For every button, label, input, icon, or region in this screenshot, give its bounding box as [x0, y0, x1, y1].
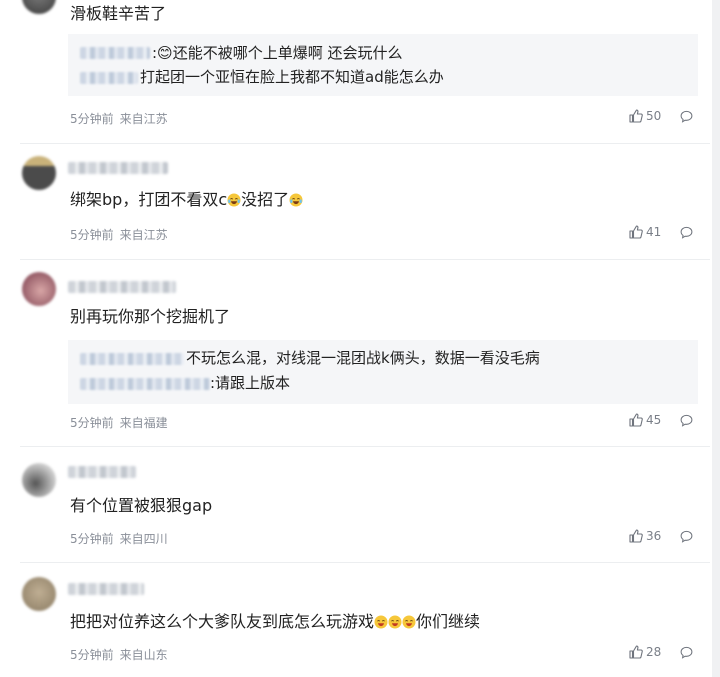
- reply-text: 不玩怎么混，对线混一混团战k俩头，数据一看没毛病: [186, 349, 540, 367]
- avatar[interactable]: [22, 577, 56, 611]
- comment-meta: 5分钟前 来自江苏: [70, 226, 168, 243]
- comment-text: 绑架bp，打团不看双c 没招了: [70, 189, 303, 211]
- comment-text-part: 没招了: [241, 190, 290, 209]
- comment-meta: 5分钟前 来自四川: [70, 530, 168, 547]
- speech-bubble-icon[interactable]: [680, 110, 693, 123]
- comment-location: 来自江苏: [119, 228, 168, 242]
- speech-bubble-icon[interactable]: [680, 414, 693, 427]
- laughing-tears-emoji: [289, 193, 303, 207]
- like-count: 28: [646, 645, 662, 659]
- comment-text: 滑板鞋辛苦了: [70, 4, 167, 23]
- reply-box: 不玩怎么混，对线混一混团战k俩头，数据一看没毛病 :请跟上版本: [68, 340, 698, 404]
- comment-time: 5分钟前: [70, 228, 114, 242]
- thumbs-up-icon: [629, 413, 643, 427]
- divider: [20, 143, 710, 144]
- comment-text: 把把对位养这么个大爹队友到底怎么玩游戏 你们继续: [70, 611, 480, 633]
- comment-location: 来自江苏: [119, 112, 168, 126]
- reply-text: :😊还能不被哪个上单爆啊 还会玩什么: [152, 44, 403, 62]
- like-button[interactable]: 41: [629, 225, 661, 239]
- comment-text-part: 把把对位养这么个大爹队友到底怎么玩游戏: [70, 612, 375, 631]
- divider: [20, 562, 710, 563]
- comment-location: 来自福建: [119, 416, 168, 430]
- speech-bubble-icon[interactable]: [680, 530, 693, 543]
- like-button[interactable]: 36: [629, 529, 661, 543]
- divider: [20, 446, 710, 447]
- laughing-tears-emoji: [402, 615, 416, 629]
- like-count: 36: [646, 529, 662, 543]
- avatar[interactable]: [22, 0, 56, 14]
- comment-meta: 5分钟前 来自江苏: [70, 110, 168, 127]
- like-count: 45: [646, 413, 662, 427]
- avatar[interactable]: [22, 156, 56, 190]
- speech-bubble-icon[interactable]: [680, 646, 693, 659]
- reply-text: :请跟上版本: [210, 374, 291, 392]
- comment-text: 别再玩你那个挖掘机了: [70, 307, 231, 326]
- scrollbar[interactable]: [712, 0, 720, 677]
- speech-bubble-icon[interactable]: [680, 226, 693, 239]
- comment-time: 5分钟前: [70, 112, 114, 126]
- comment-meta: 5分钟前 来自山东: [70, 646, 168, 663]
- laughing-tears-emoji: [227, 193, 241, 207]
- username-blur[interactable]: [68, 281, 176, 293]
- comment-location: 来自四川: [119, 532, 168, 546]
- thumbs-up-icon: [629, 645, 643, 659]
- reply-author-blur[interactable]: [80, 72, 138, 84]
- thumbs-up-icon: [629, 109, 643, 123]
- like-count: 50: [646, 109, 662, 123]
- avatar[interactable]: [22, 463, 56, 497]
- divider: [20, 259, 710, 260]
- comment-meta: 5分钟前 来自福建: [70, 414, 168, 431]
- avatar[interactable]: [22, 272, 56, 306]
- like-button[interactable]: 50: [629, 109, 661, 123]
- comment-feed: 滑板鞋辛苦了 :😊还能不被哪个上单爆啊 还会玩什么 打起团一个亚恒在脸上我都不知…: [0, 0, 720, 677]
- thumbs-up-icon: [629, 225, 643, 239]
- comment-text-part: 绑架bp，打团不看双c: [70, 190, 228, 209]
- reply-text: 打起团一个亚恒在脸上我都不知道ad能怎么办: [140, 68, 444, 86]
- comment-location: 来自山东: [119, 648, 168, 662]
- reply-author-blur[interactable]: [80, 47, 150, 59]
- thumbs-up-icon: [629, 529, 643, 543]
- username-blur[interactable]: [68, 162, 168, 174]
- laughing-tears-emoji: [374, 615, 388, 629]
- username-blur[interactable]: [68, 583, 144, 595]
- comment-time: 5分钟前: [70, 648, 114, 662]
- like-button[interactable]: 28: [629, 645, 661, 659]
- reply-author-blur[interactable]: [80, 353, 184, 365]
- reply-box: :😊还能不被哪个上单爆啊 还会玩什么 打起团一个亚恒在脸上我都不知道ad能怎么办: [68, 34, 698, 96]
- comment-time: 5分钟前: [70, 416, 114, 430]
- like-count: 41: [646, 225, 662, 239]
- like-button[interactable]: 45: [629, 413, 661, 427]
- comment-text-part: 你们继续: [416, 612, 481, 631]
- laughing-tears-emoji: [388, 615, 402, 629]
- comment-time: 5分钟前: [70, 532, 114, 546]
- username-blur[interactable]: [68, 466, 136, 478]
- reply-author-blur[interactable]: [80, 378, 210, 390]
- comment-text: 有个位置被狠狠gap: [70, 496, 213, 515]
